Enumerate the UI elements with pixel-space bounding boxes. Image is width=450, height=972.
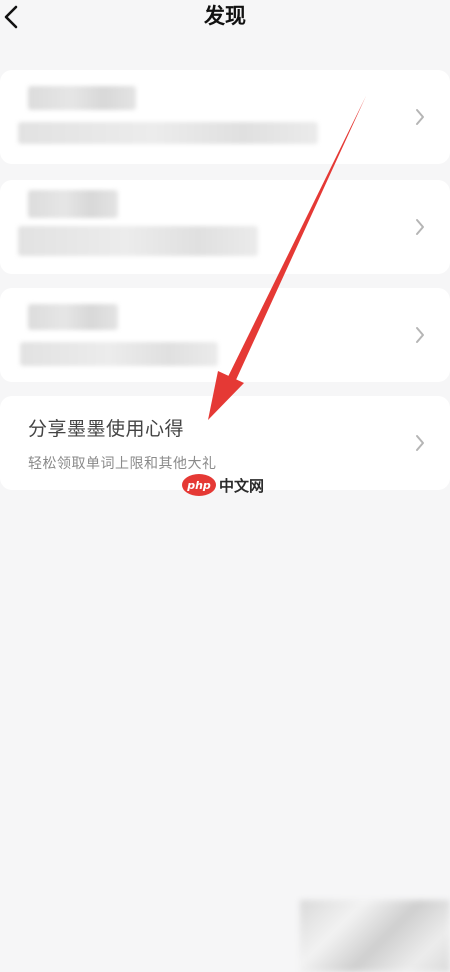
item-title: 分享墨墨使用心得 [28, 418, 185, 440]
discover-item-3[interactable] [0, 288, 450, 382]
watermark-badge: php [182, 474, 216, 496]
nav-header: 发现 [0, 0, 450, 44]
blurred-subtitle [20, 342, 218, 366]
chevron-right-icon [416, 109, 424, 125]
chevron-right-icon [416, 327, 424, 343]
blurred-title [28, 86, 136, 110]
discover-item-1[interactable] [0, 70, 450, 164]
watermark-text: 中文网 [219, 476, 265, 495]
blurred-subtitle [18, 226, 258, 256]
chevron-right-icon [416, 219, 424, 235]
page-title: 发现 [204, 4, 246, 28]
discover-item-2[interactable] [0, 180, 450, 274]
watermark: php 中文网 [182, 472, 264, 498]
item-subtitle: 轻松领取单词上限和其他大礼 [28, 456, 217, 472]
blurred-title [28, 190, 118, 218]
blurred-title [28, 304, 118, 330]
blurred-subtitle [18, 122, 318, 144]
blurred-corner [300, 900, 450, 972]
chevron-right-icon [416, 435, 424, 451]
